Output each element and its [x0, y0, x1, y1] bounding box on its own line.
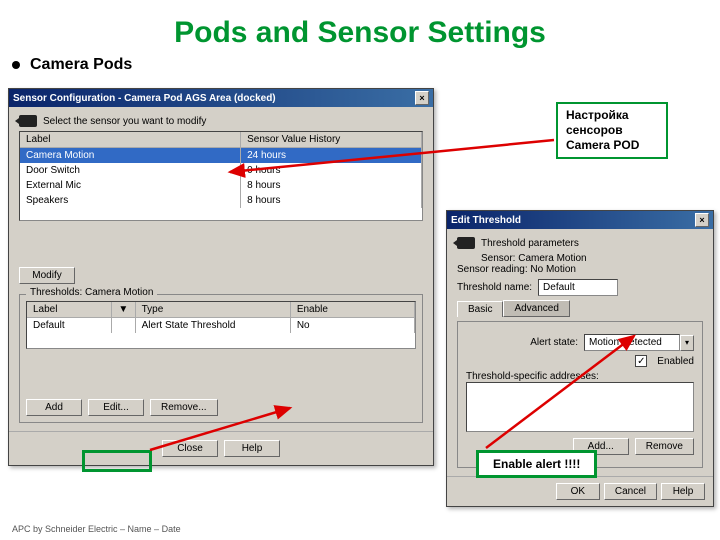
close-icon[interactable]: × [695, 213, 709, 227]
ok-button[interactable]: OK [556, 483, 600, 500]
col-history[interactable]: Sensor Value History [241, 132, 422, 147]
list-row[interactable]: Speakers 8 hours [20, 193, 422, 208]
tcol-label[interactable]: Label [27, 302, 112, 317]
tab-basic[interactable]: Basic [457, 301, 503, 317]
slide-title: Pods and Sensor Settings [0, 0, 720, 56]
cancel-button[interactable]: Cancel [604, 483, 657, 500]
sensor-list[interactable]: Label Sensor Value History Camera Motion… [19, 131, 423, 221]
callout-enable: Enable alert !!!! [476, 450, 597, 478]
list-row[interactable]: External Mic 8 hours [20, 178, 422, 193]
close-button[interactable]: Close [162, 440, 218, 457]
help-button[interactable]: Help [224, 440, 280, 457]
bullet-icon [12, 61, 20, 69]
chevron-down-icon: ▾ [680, 335, 694, 351]
instruction-text: Select the sensor you want to modify [43, 116, 206, 127]
threshold-header: Threshold parameters [481, 238, 579, 249]
tab-advanced[interactable]: Advanced [503, 300, 569, 317]
sort-icon[interactable]: ▼ [112, 302, 135, 317]
alert-state-combo[interactable]: Motion Detected ▾ [584, 334, 694, 351]
close-icon[interactable]: × [415, 91, 429, 105]
remove-button[interactable]: Remove... [150, 399, 218, 416]
addresses-textarea[interactable] [466, 382, 694, 432]
add-button[interactable]: Add [26, 399, 82, 416]
callout-setup: Настройка сенсоров Camera POD [556, 102, 668, 159]
sensor-config-window: Sensor Configuration - Camera Pod AGS Ar… [8, 88, 434, 466]
reading-line: Sensor reading: No Motion [457, 264, 703, 275]
group-title: Thresholds: Camera Motion [26, 287, 157, 298]
titlebar: Edit Threshold × [447, 211, 713, 229]
thresh-name-label: Threshold name: [457, 282, 532, 293]
bullet-text: Camera Pods [30, 56, 132, 74]
thresh-name-input[interactable]: Default [538, 279, 618, 296]
enabled-checkbox[interactable]: ✓ [635, 355, 647, 367]
modify-button[interactable]: Modify [19, 267, 75, 284]
enabled-label: Enabled [657, 356, 694, 367]
sensor-line: Sensor: Camera Motion [481, 253, 703, 264]
list-row[interactable]: Camera Motion 24 hours [20, 148, 422, 163]
spec-label: Threshold-specific addresses: [466, 371, 694, 382]
list-row[interactable]: Door Switch 0 hours [20, 163, 422, 178]
col-label[interactable]: Label [20, 132, 241, 147]
bullet-row: Camera Pods [0, 56, 720, 74]
titlebar: Sensor Configuration - Camera Pod AGS Ar… [9, 89, 433, 107]
window-title: Sensor Configuration - Camera Pod AGS Ar… [13, 93, 276, 104]
edit-button[interactable]: Edit... [88, 399, 144, 416]
tcol-type[interactable]: Type [136, 302, 291, 317]
tcol-enable[interactable]: Enable [291, 302, 415, 317]
remove-address-button[interactable]: Remove [635, 438, 694, 455]
window-title: Edit Threshold [451, 215, 521, 226]
camera-icon [19, 115, 37, 127]
threshold-row[interactable]: Default Alert State Threshold No [27, 318, 415, 333]
help-button2[interactable]: Help [661, 483, 705, 500]
footer: APC by Schneider Electric – Name – Date [12, 524, 181, 534]
camera-icon [457, 237, 475, 249]
alert-state-label: Alert state: [530, 337, 578, 348]
